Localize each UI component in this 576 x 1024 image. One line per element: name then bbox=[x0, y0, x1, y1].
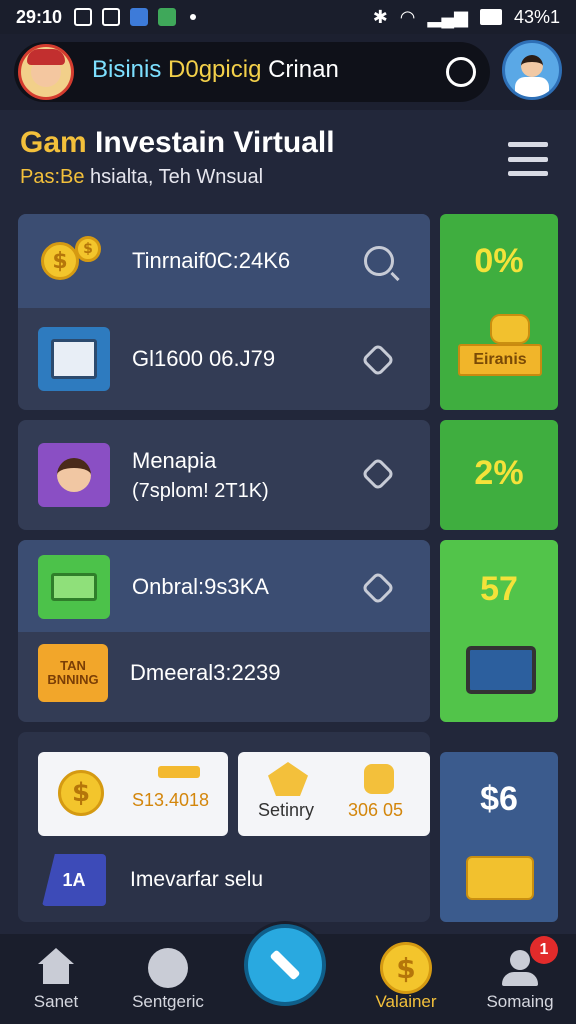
device-icon bbox=[466, 646, 536, 694]
row-sublabel: (7splom! 2T1K) bbox=[132, 479, 269, 502]
notification-badge: 1 bbox=[530, 936, 558, 964]
battery-level: 43%1 bbox=[513, 6, 560, 27]
bluetooth-icon: ✱ bbox=[372, 6, 388, 27]
hammer-icon bbox=[269, 949, 301, 981]
earnings-badge: Eiranis bbox=[458, 344, 542, 376]
nav-value[interactable]: $ Valainer bbox=[356, 934, 456, 1024]
search-bar[interactable]: Bisinis D0gpicig Crinan bbox=[14, 42, 490, 102]
balance-card[interactable]: $ S13.4018 bbox=[38, 752, 228, 836]
status-bar: 29:10 ✱ ◠ ▂▄▆ 43%1 bbox=[0, 0, 576, 34]
coin-stack-icon bbox=[490, 314, 530, 344]
list-item[interactable]: $ $ Tinrnaif0C:24K6 bbox=[18, 228, 430, 294]
list-item[interactable]: 1A Imevarfar selu bbox=[18, 850, 430, 910]
profile-avatar[interactable] bbox=[502, 40, 562, 100]
mascot-face-icon bbox=[27, 49, 65, 87]
cash-icon bbox=[38, 555, 110, 619]
row-label: Menapia bbox=[132, 447, 217, 473]
search-text-part2: D0gpicig bbox=[168, 56, 269, 83]
menu-button[interactable] bbox=[508, 142, 548, 176]
wallet-panel: $ S13.4018 Setinry 306 05 1A Imevarfar s… bbox=[18, 732, 430, 922]
return-value: 2% bbox=[474, 454, 524, 492]
status-time: 29:10 bbox=[16, 6, 63, 27]
home-icon bbox=[36, 948, 76, 988]
nav-label: Somaing bbox=[486, 992, 554, 1011]
search-text-part3: Crinan bbox=[268, 56, 339, 83]
image-notification-icon bbox=[158, 8, 177, 26]
menu-line-icon bbox=[508, 171, 548, 176]
row-text: Menapia (7splom! 2T1K) bbox=[132, 448, 269, 503]
return-tile-2[interactable]: 2% bbox=[440, 420, 558, 530]
return-tile-4[interactable]: $6 bbox=[440, 752, 558, 922]
coins-icon: $ $ bbox=[38, 229, 110, 293]
subtitle-part2: hsialta, Teh Wnsual bbox=[90, 166, 264, 188]
row-label: Dmeeral3:2239 bbox=[130, 660, 281, 685]
calculator-icon bbox=[38, 327, 110, 391]
crown-icon bbox=[268, 762, 308, 796]
diamond-icon[interactable] bbox=[361, 343, 395, 377]
investment-card-1: $ $ Tinrnaif0C:24K6 Gl1600 06.J79 bbox=[18, 214, 430, 410]
nav-security[interactable]: Sentgeric bbox=[118, 934, 218, 1024]
investment-card-3: Onbral:9s3KA TAN BNNING Dmeeral3:2239 bbox=[18, 540, 430, 722]
diamond-icon[interactable] bbox=[361, 571, 395, 605]
gallery-notification-icon bbox=[74, 8, 93, 26]
coin-icon: $ bbox=[58, 770, 104, 816]
list-item[interactable]: Onbral:9s3KA bbox=[18, 554, 430, 620]
row-label: Gl1600 06.J79 bbox=[132, 346, 276, 371]
nav-home[interactable]: Sanet bbox=[6, 934, 106, 1024]
row-label: Imevarfar selu bbox=[130, 868, 264, 891]
row-label: Onbral:9s3KA bbox=[132, 574, 269, 599]
subtitle-part1: Pas:Be bbox=[20, 166, 91, 188]
nav-label: Sentgeric bbox=[132, 992, 204, 1011]
signal-icon: ▂▄▆ bbox=[427, 6, 468, 27]
app-notification-icon bbox=[130, 8, 149, 26]
bag-icon bbox=[364, 764, 394, 794]
nav-label: Sanet bbox=[33, 992, 79, 1011]
top-bar: Bisinis D0gpicig Crinan bbox=[0, 34, 576, 110]
battery-icon bbox=[479, 9, 502, 25]
wifi-icon: ◠ bbox=[399, 6, 416, 27]
banking-icon: TAN BNNING bbox=[38, 644, 108, 702]
person-icon bbox=[515, 55, 549, 97]
shield-icon bbox=[148, 948, 188, 988]
return-value: 0% bbox=[474, 242, 524, 280]
title-part1: Gam bbox=[20, 126, 96, 159]
return-value: 57 bbox=[480, 570, 518, 608]
security-value: 306 05 bbox=[348, 800, 404, 820]
investor-avatar-icon bbox=[38, 443, 110, 507]
gold-bar-icon bbox=[158, 766, 200, 778]
row-label: Tinrnaif0C:24K6 bbox=[132, 248, 291, 273]
return-tile-3[interactable]: 57 bbox=[440, 540, 558, 722]
menu-line-icon bbox=[508, 142, 548, 147]
title-part2: Investain Virtuall bbox=[95, 126, 335, 159]
logo-avatar[interactable] bbox=[18, 44, 74, 100]
banking-icon-text: TAN BNNING bbox=[47, 658, 99, 687]
coin-icon: $ bbox=[380, 942, 432, 994]
balance-value: S13.4018 bbox=[132, 790, 210, 810]
list-item[interactable]: TAN BNNING Dmeeral3:2239 bbox=[18, 640, 430, 706]
investment-card-2: Menapia (7splom! 2T1K) bbox=[18, 420, 430, 530]
return-value: $6 bbox=[480, 780, 518, 818]
search-icon[interactable] bbox=[364, 246, 394, 276]
more-notifications-icon bbox=[190, 14, 197, 20]
nav-label: Valainer bbox=[375, 992, 437, 1011]
menu-line-icon bbox=[508, 156, 548, 162]
page-subtitle: Pas:Be hsialta, Teh Wnsual bbox=[20, 166, 263, 189]
search-text[interactable]: Bisinis D0gpicig Crinan bbox=[92, 56, 339, 84]
list-item[interactable]: Gl1600 06.J79 bbox=[18, 326, 430, 392]
chart-icon: 1A bbox=[42, 854, 106, 906]
page-title: Gam Investain Virtuall bbox=[20, 126, 335, 160]
status-right: ✱ ◠ ▂▄▆ 43%1 bbox=[373, 7, 560, 28]
return-tile-1[interactable]: 0% Eiranis bbox=[440, 214, 558, 410]
diamond-icon[interactable] bbox=[361, 457, 395, 491]
search-text-part1: Bisinis bbox=[92, 56, 169, 83]
center-action-button[interactable] bbox=[244, 924, 326, 1006]
list-item[interactable]: Menapia (7splom! 2T1K) bbox=[18, 440, 430, 510]
security-label: Setinry bbox=[258, 800, 315, 820]
search-circle-icon[interactable] bbox=[446, 57, 476, 87]
cash-stack-icon bbox=[466, 856, 534, 900]
camera-notification-icon bbox=[102, 8, 121, 26]
security-card[interactable]: Setinry 306 05 bbox=[238, 752, 430, 836]
